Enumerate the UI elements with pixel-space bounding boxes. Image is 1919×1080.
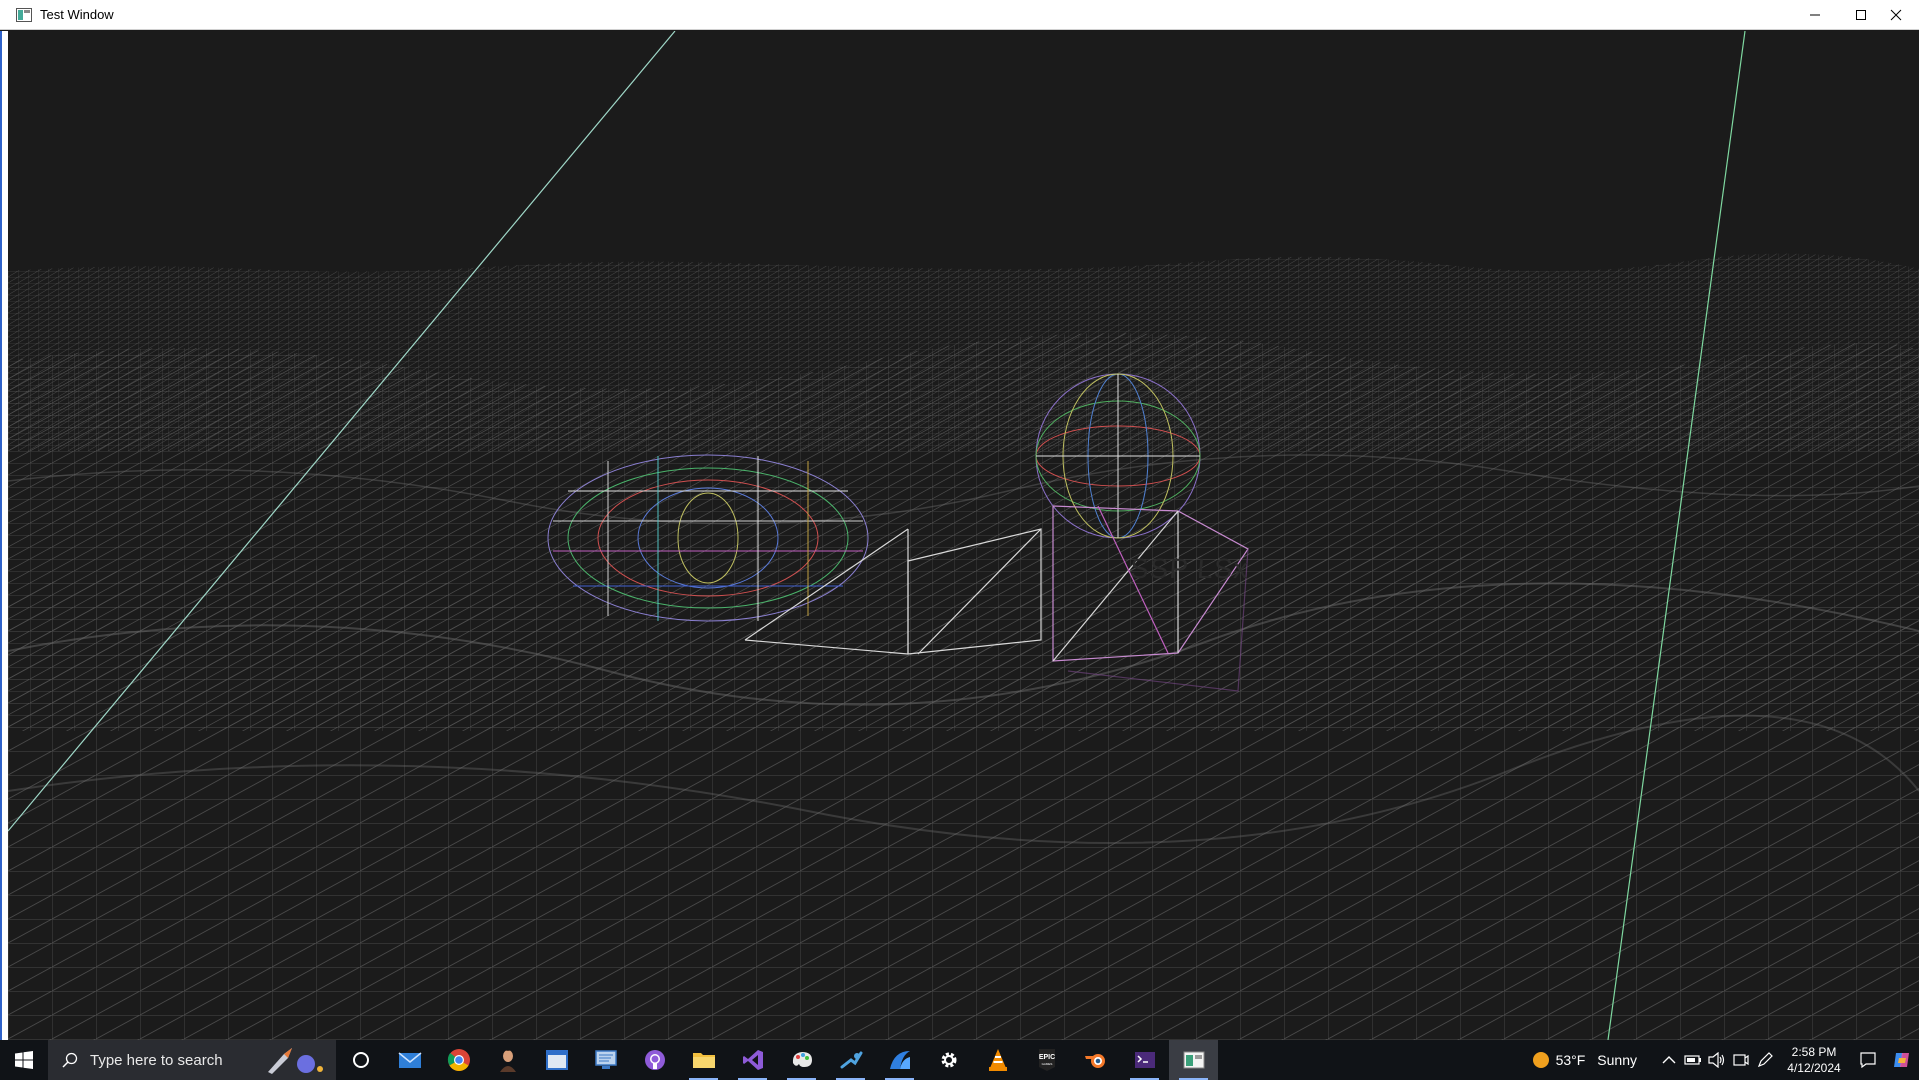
visual-studio-icon: [742, 1050, 763, 1070]
wireframe-scene: [8, 31, 1919, 1040]
taskbar-vlc[interactable]: [973, 1040, 1022, 1080]
settings-gear-icon: [941, 1052, 956, 1068]
render-viewport[interactable]: SSP LSx: [8, 31, 1919, 1040]
terminal-icon: [1134, 1052, 1155, 1068]
meet-now-button[interactable]: [1729, 1040, 1753, 1080]
camera-icon: [1733, 1054, 1749, 1066]
terrain-near: [8, 545, 1919, 1040]
clock-date: 4/12/2024: [1787, 1061, 1841, 1075]
copilot-icon: [1894, 1053, 1909, 1067]
steam-icon: [840, 1051, 862, 1069]
taskbar-terminal[interactable]: [1120, 1040, 1169, 1080]
file-explorer-icon: [692, 1053, 715, 1068]
taskbar-chrome[interactable]: [434, 1040, 483, 1080]
taskbar-epic-games[interactable]: EPIC GAMES: [1022, 1040, 1071, 1080]
show-hidden-icons-button[interactable]: [1657, 1040, 1681, 1080]
close-button[interactable]: [1873, 0, 1919, 30]
taskbar-paint-app[interactable]: [777, 1040, 826, 1080]
epic-games-icon: EPICGAMES: [1038, 1049, 1055, 1071]
battery-icon: [1684, 1055, 1701, 1065]
window-app-icon: [545, 1050, 568, 1070]
pen-icon: [1757, 1052, 1773, 1068]
remote-desktop-icon: [594, 1050, 617, 1069]
scene-overlay-text: SSP LSx: [1128, 553, 1250, 584]
pen-button[interactable]: [1753, 1040, 1777, 1080]
app-window-icon: [16, 7, 32, 22]
svg-text:GAMES: GAMES: [1041, 1062, 1052, 1066]
title-bar: Test Window: [0, 0, 1919, 30]
system-tray: 53°F Sunny 2:58 PM 4/12/2024: [1526, 1040, 1919, 1080]
search-highlight-rocket-icon: [268, 1048, 323, 1074]
taskbar-steam[interactable]: [826, 1040, 875, 1080]
search-placeholder: Type here to search: [90, 1051, 223, 1069]
vlc-icon: [988, 1049, 1007, 1071]
search-icon: [62, 1052, 78, 1068]
volume-button[interactable]: [1705, 1040, 1729, 1080]
blender-icon: [1084, 1054, 1105, 1068]
taskbar-mail[interactable]: [385, 1040, 434, 1080]
mail-icon: [398, 1052, 421, 1068]
paint-app-icon: [792, 1052, 812, 1067]
clock-time: 2:58 PM: [1791, 1045, 1837, 1059]
close-icon: [1890, 9, 1902, 21]
maximize-icon: [1856, 10, 1866, 20]
taskbar-test-window[interactable]: [1169, 1040, 1218, 1080]
taskbar-github[interactable]: [630, 1040, 679, 1080]
photo-app-icon: [499, 1050, 516, 1072]
windows-logo-icon: [15, 1051, 33, 1069]
chrome-icon: [447, 1049, 470, 1071]
window-left-border: [0, 31, 8, 1040]
github-icon: [644, 1050, 665, 1070]
window-title: Test Window: [40, 7, 114, 22]
search-box[interactable]: Type here to search: [48, 1040, 336, 1080]
taskbar-visual-studio[interactable]: [728, 1040, 777, 1080]
weather-temp: 53°F: [1555, 1052, 1586, 1068]
notification-icon: [1860, 1052, 1876, 1068]
taskbar-blender[interactable]: [1071, 1040, 1120, 1080]
taskbar: Type here to search EPIC GAMES 53°F Sunn…: [0, 1040, 1919, 1080]
weather-button[interactable]: [1526, 1040, 1556, 1080]
weather-condition: Sunny: [1597, 1052, 1637, 1068]
battery-button[interactable]: [1681, 1040, 1705, 1080]
test-window-icon: [1183, 1051, 1204, 1069]
taskbar-window-app[interactable]: [532, 1040, 581, 1080]
notifications-button[interactable]: [1851, 1040, 1885, 1080]
taskbar-photo-app[interactable]: [483, 1040, 532, 1080]
taskbar-file-explorer[interactable]: [679, 1040, 728, 1080]
minimize-button[interactable]: [1792, 0, 1838, 30]
chevron-up-icon: [1662, 1056, 1676, 1064]
start-button[interactable]: [0, 1040, 48, 1080]
cortana-button[interactable]: [336, 1040, 385, 1080]
taskbar-settings[interactable]: [924, 1040, 973, 1080]
speaker-icon: [1708, 1052, 1725, 1068]
cortana-icon: [352, 1052, 369, 1068]
taskbar-remote-desktop[interactable]: [581, 1040, 630, 1080]
minimize-icon: [1810, 14, 1820, 16]
taskbar-browser-app[interactable]: [875, 1040, 924, 1080]
sun-icon: [1532, 1052, 1549, 1068]
browser-app-icon: [889, 1051, 910, 1069]
svg-text:EPIC: EPIC: [1038, 1054, 1054, 1061]
copilot-button[interactable]: [1885, 1040, 1919, 1080]
clock[interactable]: 2:58 PM 4/12/2024: [1783, 1044, 1845, 1076]
